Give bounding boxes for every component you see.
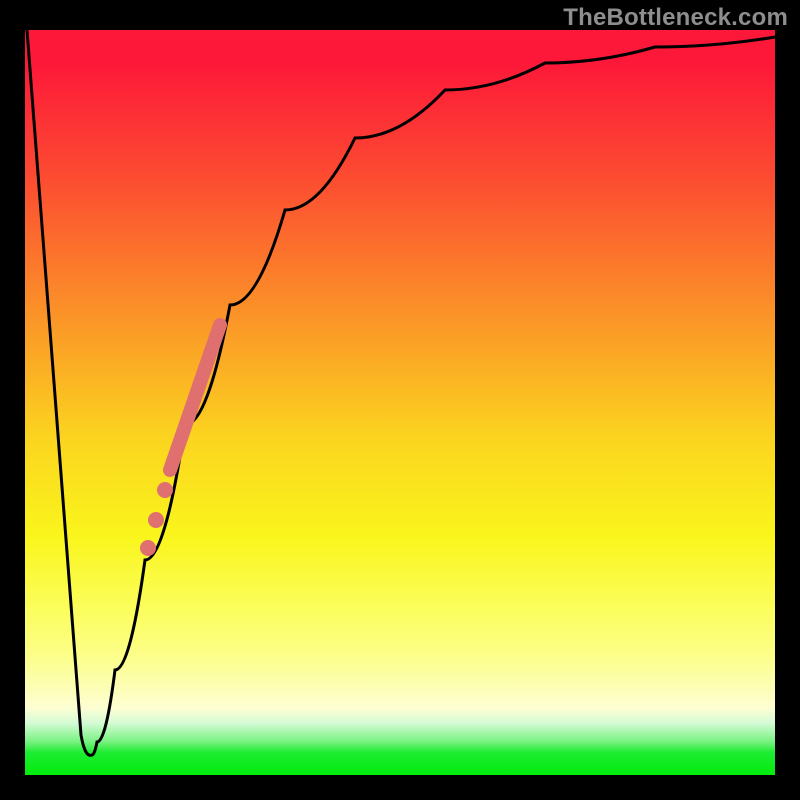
highlight-segment xyxy=(170,325,220,470)
watermark-text: TheBottleneck.com xyxy=(563,4,788,32)
curve-svg xyxy=(25,30,775,775)
highlight-dot xyxy=(157,482,173,498)
highlight-dot xyxy=(148,512,164,528)
plot-area xyxy=(25,30,775,775)
highlight-dot xyxy=(140,540,156,556)
bottleneck-curve xyxy=(27,30,775,755)
chart-frame: TheBottleneck.com xyxy=(0,0,800,800)
